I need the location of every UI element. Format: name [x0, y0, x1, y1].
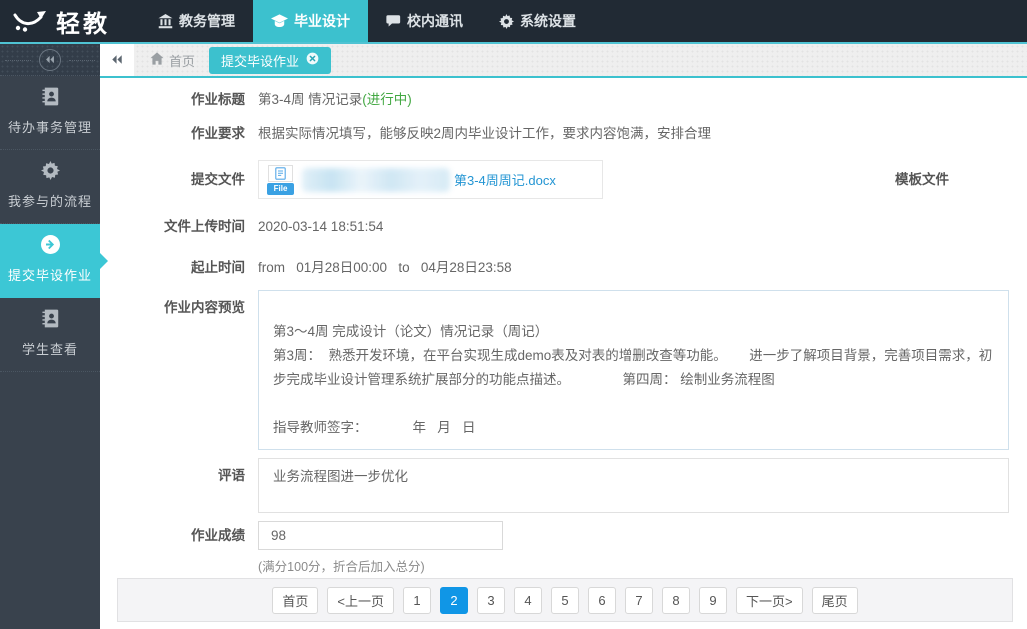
- pagination-page-button[interactable]: 6: [588, 587, 616, 614]
- address-book-icon: [41, 309, 60, 333]
- pagination-next-button[interactable]: 下一页>: [736, 587, 803, 614]
- topbar: 轻教 教务管理 毕业设计: [0, 0, 1027, 44]
- app-logo: 轻教: [0, 0, 140, 42]
- tab-home-label: 首页: [169, 51, 195, 70]
- address-book-icon: [41, 87, 60, 111]
- sidebar-item-label: 提交毕设作业: [0, 265, 100, 284]
- sidebar: 待办事务管理 我参与的流程 提交毕设作业 学生查看: [0, 44, 100, 629]
- file-download-link[interactable]: 第3-4周周记.docx: [454, 170, 556, 189]
- sidebar-collapse-button[interactable]: [39, 49, 61, 71]
- nav-item-campus-messages[interactable]: 校内通讯: [368, 0, 481, 42]
- logo-swoosh-icon: [12, 6, 48, 37]
- sidebar-item-label: 待办事务管理: [0, 117, 100, 136]
- homework-requirement-value: 根据实际情况填写，能够反映2周内毕业设计工作，要求内容饱满，安排合理: [258, 124, 711, 144]
- nav-item-label: 毕业设计: [294, 11, 350, 31]
- content-preview-textarea[interactable]: 第3～4周 完成设计（论文）情况记录（周记） 第3周： 熟悉开发环境，在平台实现…: [258, 290, 1009, 450]
- chevron-double-left-icon: [45, 52, 55, 67]
- period-value: from 01月28日00:00 to 04月28日23:58: [258, 258, 512, 278]
- tab-scroll-left-button[interactable]: [100, 44, 134, 76]
- pagination-page-button[interactable]: 3: [477, 587, 505, 614]
- home-icon: [150, 52, 164, 68]
- status-badge: (进行中): [362, 92, 412, 107]
- upload-time-label: 文件上传时间: [100, 217, 245, 237]
- form-row-period: 起止时间 from 01月28日00:00 to 04月28日23:58: [100, 258, 512, 278]
- pagination-page-button[interactable]: 1: [403, 587, 431, 614]
- form-row-requirement: 作业要求 根据实际情况填写，能够反映2周内毕业设计工作，要求内容饱满，安排合理: [100, 124, 711, 144]
- form-row-preview: 作业内容预览 第3～4周 完成设计（论文）情况记录（周记） 第3周： 熟悉开发环…: [100, 290, 1009, 450]
- pagination-page-button[interactable]: 4: [514, 587, 542, 614]
- pagination-last-button[interactable]: 尾页: [812, 587, 858, 614]
- redacted-text-blur: [302, 168, 450, 192]
- close-circle-icon[interactable]: [306, 52, 319, 68]
- tab-active-label: 提交毕设作业: [221, 51, 299, 70]
- template-file-label: 模板文件: [895, 168, 949, 188]
- arrow-right-circle-icon: [41, 235, 60, 259]
- chevron-double-left-icon: [111, 53, 123, 68]
- form-row-score: 作业成绩: [100, 521, 503, 550]
- gear-icon: [499, 14, 514, 29]
- homework-title-label: 作业标题: [100, 90, 245, 110]
- nav-item-label: 校内通讯: [407, 11, 463, 31]
- homework-title-text: 第3-4周 情况记录: [258, 92, 362, 107]
- tabbar: 首页 提交毕设作业: [100, 44, 1027, 78]
- score-label: 作业成绩: [100, 521, 245, 546]
- main-content: 作业标题 第3-4周 情况记录(进行中) 作业要求 根据实际情况填写，能够反映2…: [100, 78, 1027, 629]
- submitted-file-box: File 第3-4周周记.docx: [258, 160, 603, 199]
- score-input[interactable]: [258, 521, 503, 550]
- period-label: 起止时间: [100, 258, 245, 278]
- score-note: (满分100分，折合后加入总分): [258, 556, 425, 575]
- file-icon: File: [267, 165, 294, 195]
- gear-icon: [41, 161, 60, 185]
- sidebar-collapse-band: [0, 44, 100, 76]
- form-row-comment: 评语 业务流程图进一步优化: [100, 458, 1009, 513]
- sidebar-item-my-workflows[interactable]: 我参与的流程: [0, 150, 100, 224]
- pagination-bar: 首页 <上一页 1 2 3 4 5 6 7 8 9 下一页> 尾页: [117, 578, 1013, 622]
- pagination-prev-button[interactable]: <上一页: [327, 587, 394, 614]
- pagination-page-button[interactable]: 8: [662, 587, 690, 614]
- sidebar-item-pending-tasks[interactable]: 待办事务管理: [0, 76, 100, 150]
- homework-title-value: 第3-4周 情况记录(进行中): [258, 90, 412, 110]
- sidebar-item-submit-homework[interactable]: 提交毕设作业: [0, 224, 100, 298]
- tab-home[interactable]: 首页: [150, 51, 195, 70]
- content-preview-label: 作业内容预览: [100, 290, 245, 318]
- sidebar-item-label: 我参与的流程: [0, 191, 100, 210]
- nav-item-system-settings[interactable]: 系统设置: [481, 0, 594, 42]
- nav-item-academic-affairs[interactable]: 教务管理: [140, 0, 253, 42]
- pagination-first-button[interactable]: 首页: [272, 587, 318, 614]
- submitted-file-label: 提交文件: [100, 160, 245, 190]
- top-menu: 教务管理 毕业设计 校内通讯: [140, 0, 594, 42]
- pagination-page-button[interactable]: 5: [551, 587, 579, 614]
- graduation-cap-icon: [271, 14, 288, 28]
- form-row-title: 作业标题 第3-4周 情况记录(进行中): [100, 90, 412, 110]
- chat-bubble-icon: [386, 14, 401, 28]
- form-row-file: 提交文件 File 第3-4周周记.docx: [100, 160, 603, 199]
- sidebar-item-student-view[interactable]: 学生查看: [0, 298, 100, 372]
- pagination-page-button[interactable]: 7: [625, 587, 653, 614]
- nav-item-graduation-design[interactable]: 毕业设计: [253, 0, 368, 42]
- comment-label: 评语: [100, 458, 245, 486]
- upload-time-value: 2020-03-14 18:51:54: [258, 217, 383, 237]
- app-title: 轻教: [56, 4, 110, 39]
- sidebar-item-label: 学生查看: [0, 339, 100, 358]
- tab-submit-homework[interactable]: 提交毕设作业: [209, 47, 331, 74]
- bank-icon: [158, 14, 173, 29]
- comment-textarea[interactable]: 业务流程图进一步优化: [258, 458, 1009, 513]
- form-row-upload-time: 文件上传时间 2020-03-14 18:51:54: [100, 217, 383, 237]
- pagination-page-button[interactable]: 9: [699, 587, 727, 614]
- pagination-page-button-active[interactable]: 2: [440, 587, 468, 614]
- nav-item-label: 系统设置: [520, 11, 576, 31]
- file-badge: File: [267, 183, 294, 195]
- document-glyph-icon: [268, 165, 293, 182]
- homework-requirement-label: 作业要求: [100, 124, 245, 144]
- nav-item-label: 教务管理: [179, 11, 235, 31]
